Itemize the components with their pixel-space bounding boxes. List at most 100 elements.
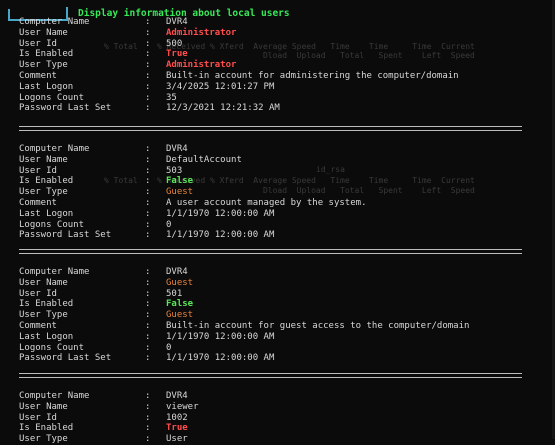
- label: User Id: [19, 38, 57, 49]
- label: Is Enabled: [19, 299, 74, 310]
- value: 1/1/1970 12:00:00 AM: [166, 208, 275, 219]
- label: Logons Count: [19, 219, 85, 230]
- colon: :: [145, 197, 151, 208]
- label: User Name: [19, 401, 68, 412]
- label: Computer Name: [19, 17, 90, 27]
- label: User Name: [19, 27, 68, 38]
- label: User Type: [19, 187, 68, 198]
- label: Comment: [19, 320, 57, 331]
- colon: :: [145, 288, 151, 299]
- colon: :: [145, 434, 151, 445]
- colon: :: [145, 187, 151, 198]
- value: Guest: [166, 277, 194, 288]
- label: Last Logon: [19, 208, 74, 219]
- colon: :: [145, 310, 151, 321]
- label: Comment: [19, 197, 57, 208]
- colon: :: [145, 230, 151, 241]
- value: 1/1/1970 12:00:00 AM: [166, 353, 275, 364]
- colon: :: [145, 423, 151, 434]
- value: DVR4: [166, 17, 188, 27]
- label: Comment: [19, 70, 57, 81]
- value: Built-in account for guest access to the…: [166, 320, 470, 331]
- ghost-text-5: Dload Upload Total Spent Left Speed: [104, 186, 475, 195]
- value: False: [166, 176, 194, 187]
- label: User Id: [19, 288, 57, 299]
- label: Computer Name: [19, 144, 90, 154]
- colon: :: [145, 49, 151, 60]
- value: 503: [166, 165, 183, 176]
- colon: :: [145, 165, 151, 176]
- label: Is Enabled: [19, 423, 74, 434]
- colon: :: [145, 81, 151, 92]
- colon: :: [145, 38, 151, 49]
- colon: :: [145, 17, 151, 27]
- ghost-text-2: Dload Upload Total Spent Left Speed: [104, 51, 475, 60]
- label: User Type: [19, 310, 68, 321]
- value: False: [166, 299, 194, 310]
- colon: :: [145, 391, 151, 401]
- colon: :: [145, 412, 151, 423]
- value: 1/1/1970 12:00:00 AM: [166, 331, 275, 342]
- value: True: [166, 49, 188, 60]
- value: 1002: [166, 412, 188, 423]
- value: 501: [166, 288, 183, 299]
- colon: :: [145, 267, 151, 277]
- label: User Type: [19, 434, 68, 445]
- label: Password Last Set: [19, 353, 112, 364]
- ghost-text-3: id_rsa: [316, 165, 345, 174]
- colon: :: [145, 320, 151, 331]
- label: Password Last Set: [19, 230, 112, 241]
- label: User Id: [19, 412, 57, 423]
- value: 0: [166, 342, 172, 353]
- label: Logons Count: [19, 92, 85, 103]
- label: Computer Name: [19, 267, 90, 277]
- label: Password Last Set: [19, 103, 112, 114]
- colon: :: [145, 299, 151, 310]
- value: 500: [166, 38, 183, 49]
- colon: :: [145, 27, 151, 38]
- value: Guest: [166, 310, 194, 321]
- value: DVR4: [166, 267, 188, 277]
- colon: :: [145, 70, 151, 81]
- value: User: [166, 434, 188, 445]
- colon: :: [145, 103, 151, 114]
- separator: [19, 249, 522, 254]
- value: Guest: [166, 187, 194, 198]
- value: DefaultAccount: [166, 154, 242, 165]
- label: User Id: [19, 165, 57, 176]
- colon: :: [145, 353, 151, 364]
- value: DVR4: [166, 391, 188, 401]
- ghost-text-4: % Total % Received % Xferd Average Speed…: [104, 176, 475, 185]
- label: Logons Count: [19, 342, 85, 353]
- label: Last Logon: [19, 331, 74, 342]
- value: 12/3/2021 12:21:32 AM: [166, 103, 280, 114]
- label: User Type: [19, 60, 68, 71]
- value: Built-in account for administering the c…: [166, 70, 459, 81]
- label: User Name: [19, 154, 68, 165]
- ghost-text-1: % Total % Received % Xferd Average Speed…: [104, 42, 475, 51]
- label: Computer Name: [19, 391, 90, 401]
- colon: :: [145, 208, 151, 219]
- colon: :: [145, 154, 151, 165]
- value: Administrator: [166, 27, 237, 38]
- label: Is Enabled: [19, 176, 74, 187]
- colon: :: [145, 401, 151, 412]
- separator: [19, 373, 522, 378]
- value: Administrator: [166, 60, 237, 71]
- colon: :: [145, 60, 151, 71]
- value: 3/4/2025 12:01:27 PM: [166, 81, 275, 92]
- value: 35: [166, 92, 177, 103]
- value: DVR4: [166, 144, 188, 154]
- label: Last Logon: [19, 81, 74, 92]
- colon: :: [145, 342, 151, 353]
- colon: :: [145, 92, 151, 103]
- separator: [19, 126, 522, 131]
- value: True: [166, 423, 188, 434]
- value: 0: [166, 219, 172, 230]
- value: A user account managed by the system.: [166, 197, 367, 208]
- label: User Name: [19, 277, 68, 288]
- value: viewer: [166, 401, 199, 412]
- label: Is Enabled: [19, 49, 74, 60]
- value: 1/1/1970 12:00:00 AM: [166, 230, 275, 241]
- colon: :: [145, 219, 151, 230]
